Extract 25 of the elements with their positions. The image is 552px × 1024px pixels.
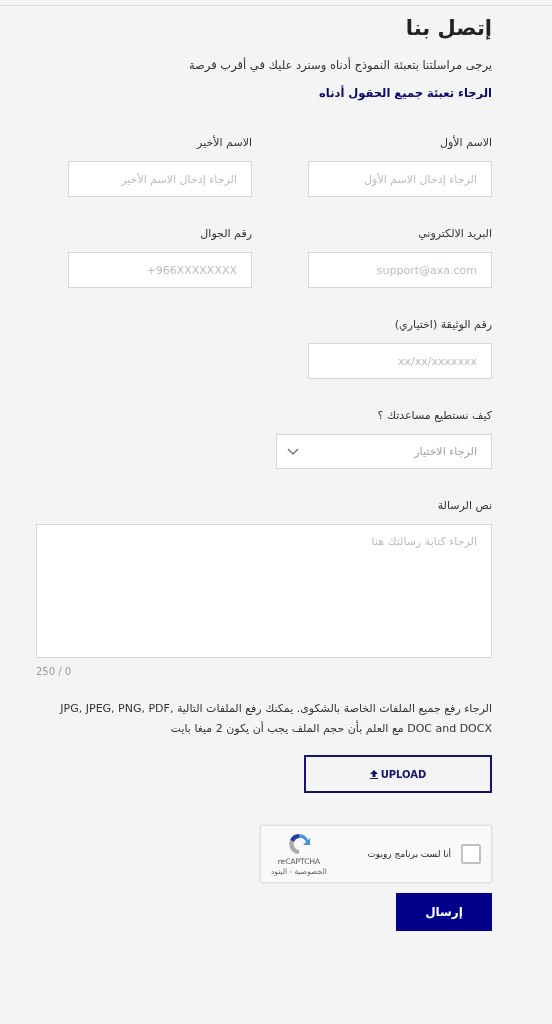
field-label: نص الرسالة [437, 499, 492, 512]
input-field[interactable]: support@axa.com [308, 252, 492, 288]
field-label: رقم الوثيقة (اختياري) [394, 318, 492, 331]
field-label: الاسم الأول [440, 136, 492, 149]
field-label: كيف نستطيع مساعدتك ؟ [377, 409, 492, 422]
recaptcha-logo-icon [286, 832, 311, 856]
input-field[interactable]: xx/xx/xxxxxxx [308, 343, 492, 379]
upload-icon [369, 769, 378, 779]
page-title: إتصل بنا [405, 16, 492, 40]
character-counter: 250 / 0 [36, 666, 72, 677]
intro-text: يرجى مراسلتنا بتعبئة النموذج أدناه وسنرد عليك في أقرب فرصة [188, 58, 492, 72]
captcha-checkbox[interactable] [461, 844, 481, 864]
captcha-label: أنا لست برنامج روبوت [367, 849, 451, 859]
field-label: رقم الجوال [200, 227, 252, 240]
chevron-down-icon [287, 447, 299, 456]
message-field[interactable]: الرجاء كتابة رسالتك هنا [36, 524, 492, 658]
required-note: الرجاء تعبئة جميع الحقول أدناه [319, 86, 492, 100]
input-field[interactable]: الرجاء إدخال الاسم الأول [308, 161, 492, 197]
input-field[interactable]: الرجاء إدخال الاسم الأخير [68, 161, 252, 197]
field-label: البريد الالكتروني [418, 227, 492, 240]
upload-button[interactable]: UPLOAD [304, 755, 492, 793]
field-label: الاسم الأخير [197, 136, 252, 149]
input-field[interactable]: +966XXXXXXXX [68, 252, 252, 288]
submit-button[interactable]: إرسال [396, 893, 492, 931]
upload-note: الرجاء رفع جميع الملفات الخاصة بالشكوى. يمكنك رفع الملفات التالية JPG, JPEG, PNG, PDF, DOC and DOCX مع العلم بأن حجم الملف يجب أن يكون 2 ميغا بايت [58, 701, 492, 737]
